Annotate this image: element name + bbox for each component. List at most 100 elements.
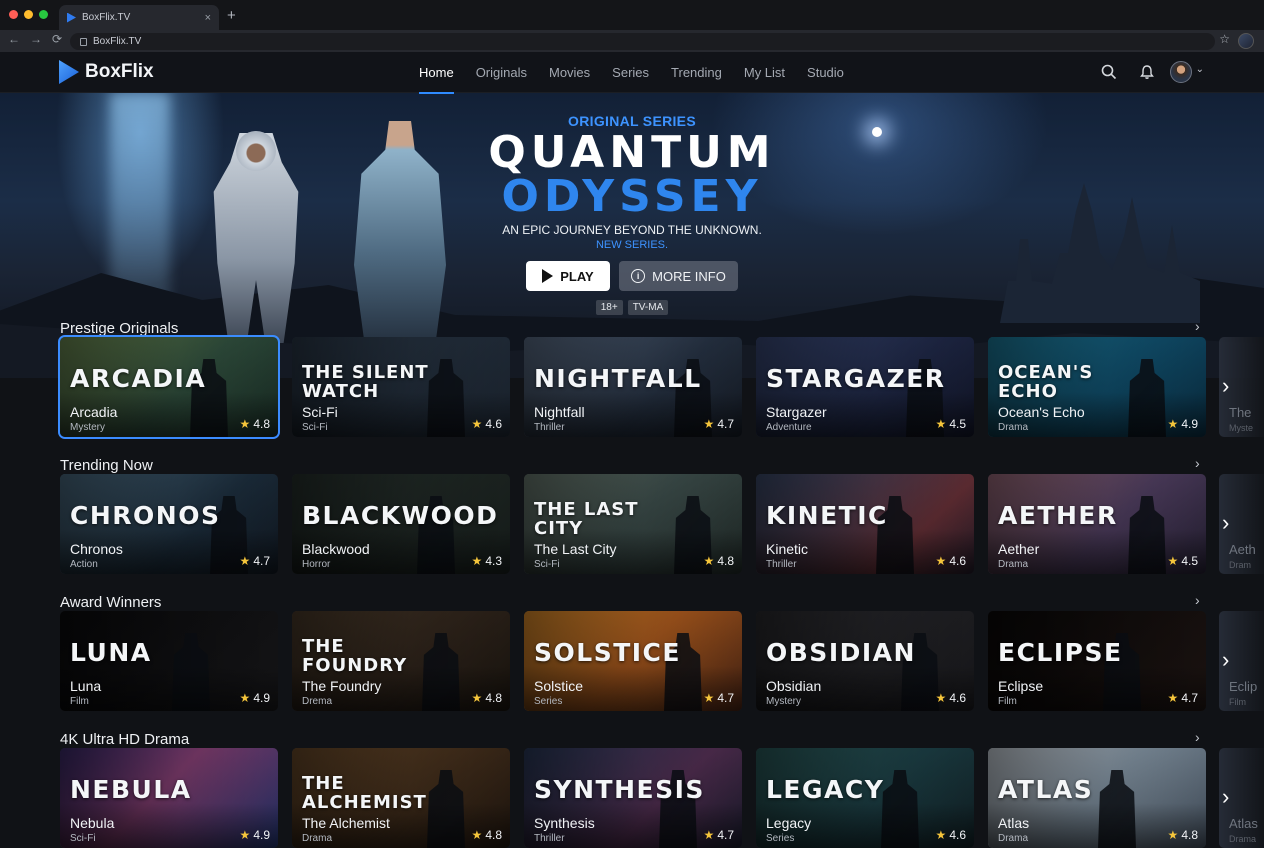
- title-card[interactable]: THE ALCHEMIST The Alchemist Drama ★ 4.8: [292, 748, 510, 848]
- title-card[interactable]: ARCADIA Arcadia Mystery ★ 4.8: [58, 335, 280, 439]
- back-icon[interactable]: ←: [8, 32, 20, 46]
- row-title[interactable]: 4K Ultra HD Drama: [60, 731, 189, 748]
- star-icon: ★: [1167, 554, 1179, 568]
- row-title[interactable]: Award Winners: [60, 594, 161, 611]
- tab-close-icon[interactable]: ×: [205, 12, 211, 24]
- title-card[interactable]: CHRONOS Chronos Action ★ 4.7: [60, 474, 278, 574]
- card-rating: ★ 4.8: [472, 691, 502, 705]
- card-row: NEBULA Nebula Sci-Fi ★ 4.9 THE ALCHEMIST The A…: [60, 748, 1206, 848]
- card-title-art: CHRONOS: [70, 501, 221, 530]
- nav-originals[interactable]: Originals: [476, 65, 527, 80]
- nav-series[interactable]: Series: [612, 65, 649, 80]
- star-icon: ★: [471, 828, 483, 842]
- card-genre: Film: [70, 696, 89, 707]
- nav-home[interactable]: Home: [419, 65, 454, 94]
- title-card[interactable]: LEGACY Legacy Series ★ 4.6: [756, 748, 974, 848]
- card-name: Solstice: [534, 678, 584, 694]
- scroll-right-chevron-icon[interactable]: ›: [1222, 784, 1229, 810]
- card-name: Nebula: [70, 815, 115, 831]
- forward-icon[interactable]: →: [30, 32, 42, 46]
- card-title-art: THE FOUNDRY: [302, 636, 408, 676]
- maximize-window-button[interactable]: [39, 10, 48, 19]
- chevron-down-icon[interactable]: ⌄: [1196, 64, 1204, 75]
- card-rating: ★ 4.6: [936, 554, 966, 568]
- tab-title: BoxFlix.TV: [82, 12, 131, 23]
- row-chevron-right-icon[interactable]: ›: [1195, 455, 1200, 471]
- nav-my-list[interactable]: My List: [744, 65, 785, 80]
- card-name: Sci-Fi: [302, 404, 338, 420]
- rating-value: 4.7: [253, 554, 270, 568]
- title-card[interactable]: BLACKWOOD Blackwood Horror ★ 4.3: [292, 474, 510, 574]
- nav-studio[interactable]: Studio: [807, 65, 844, 80]
- star-icon: ★: [703, 554, 715, 568]
- info-icon: i: [631, 269, 646, 283]
- nav-trending[interactable]: Trending: [671, 65, 722, 80]
- browser-profile-avatar[interactable]: [1238, 33, 1254, 49]
- row-title[interactable]: Prestige Originals: [60, 320, 178, 337]
- address-bar[interactable]: BoxFlix.TV: [70, 33, 1215, 50]
- hero-title-line2: ODYSSEY: [501, 171, 763, 222]
- play-button[interactable]: PLAY: [526, 261, 610, 291]
- app: BoxFlix Home Originals Movies Series Tre…: [0, 52, 1264, 848]
- title-card[interactable]: SOLSTICE Solstice Series ★ 4.7: [524, 611, 742, 711]
- card-genre: Drema: [302, 696, 333, 707]
- title-card[interactable]: KINETIC Kinetic Thriller ★ 4.6: [756, 474, 974, 574]
- row-chevron-right-icon[interactable]: ›: [1195, 729, 1200, 745]
- star-icon: ★: [935, 417, 947, 431]
- title-card[interactable]: AETHER Aether Drama ★ 4.5: [988, 474, 1206, 574]
- card-rating: ★ 4.8: [240, 417, 270, 431]
- card-genre: Thriller: [766, 559, 797, 570]
- card-genre: Drama: [998, 833, 1029, 844]
- user-avatar[interactable]: [1170, 61, 1192, 83]
- title-card[interactable]: ATLAS Atlas Drama ★ 4.8: [988, 748, 1206, 848]
- star-icon: ★: [239, 417, 251, 431]
- more-info-button[interactable]: i MORE INFO: [619, 261, 738, 291]
- title-card[interactable]: THE FOUNDRY The Foundry Drema ★ 4.8: [292, 611, 510, 711]
- title-card[interactable]: OCEAN'S ECHO Ocean's Echo Drama ★ 4.9: [988, 337, 1206, 437]
- card-title-art: THE SILENT WATCH: [302, 362, 429, 402]
- title-card[interactable]: ECLIPSE Eclipse Film ★ 4.7: [988, 611, 1206, 711]
- row-chevron-right-icon[interactable]: ›: [1195, 318, 1200, 334]
- url-text: BoxFlix.TV: [93, 36, 142, 47]
- nav-movies[interactable]: Movies: [549, 65, 590, 80]
- card-name: Eclipse: [998, 678, 1044, 694]
- title-card[interactable]: SYNTHESIS Synthesis Thriller ★ 4.7: [524, 748, 742, 848]
- logo[interactable]: BoxFlix: [59, 60, 154, 84]
- scroll-right-chevron-icon[interactable]: ›: [1222, 510, 1229, 536]
- hero-castle-silhouette: [1000, 183, 1200, 323]
- row-title[interactable]: Trending Now: [60, 457, 153, 474]
- peek-card-genre: Myste: [1229, 423, 1254, 433]
- title-card[interactable]: NEBULA Nebula Sci-Fi ★ 4.9: [60, 748, 278, 848]
- scroll-right-chevron-icon[interactable]: ›: [1222, 373, 1229, 399]
- bell-icon[interactable]: [1138, 63, 1156, 81]
- card-genre: Film: [998, 696, 1017, 707]
- title-card[interactable]: THE SILENT WATCH Sci-Fi Sci-Fi ★ 4.6: [292, 337, 510, 437]
- rating-value: 4.5: [949, 417, 966, 431]
- bookmark-star-icon[interactable]: ☆: [1219, 32, 1230, 46]
- row-chevron-right-icon[interactable]: ›: [1195, 592, 1200, 608]
- scroll-right-chevron-icon[interactable]: ›: [1222, 647, 1229, 673]
- minimize-window-button[interactable]: [24, 10, 33, 19]
- close-window-button[interactable]: [9, 10, 18, 19]
- star-icon: ★: [703, 417, 715, 431]
- tv-rating-badge: TV-MA: [627, 300, 669, 315]
- card-name: Stargazer: [766, 404, 827, 420]
- title-card[interactable]: OBSIDIAN Obsidian Mystery ★ 4.6: [756, 611, 974, 711]
- title-card[interactable]: LUNA Luna Film ★ 4.9: [60, 611, 278, 711]
- reload-icon[interactable]: ⟳: [52, 32, 62, 46]
- star-icon: ★: [239, 554, 251, 568]
- card-name: Legacy: [766, 815, 812, 831]
- rating-value: 4.8: [253, 417, 270, 431]
- search-icon[interactable]: [1100, 63, 1118, 81]
- title-card[interactable]: THE LAST CITY The Last City Sci-Fi ★ 4.8: [524, 474, 742, 574]
- star-icon: ★: [471, 691, 483, 705]
- card-name: Atlas: [998, 815, 1030, 831]
- peek-card-genre: Drama: [1229, 834, 1257, 844]
- peek-card-name: Eclip: [1229, 679, 1258, 694]
- title-card[interactable]: NIGHTFALL Nightfall Thriller ★ 4.7: [524, 337, 742, 437]
- card-genre: Drama: [998, 559, 1029, 570]
- title-card[interactable]: STARGAZER Stargazer Adventure ★ 4.5: [756, 337, 974, 437]
- rating-value: 4.9: [253, 828, 270, 842]
- browser-tab[interactable]: BoxFlix.TV ×: [59, 5, 219, 30]
- new-tab-button[interactable]: +: [227, 7, 236, 24]
